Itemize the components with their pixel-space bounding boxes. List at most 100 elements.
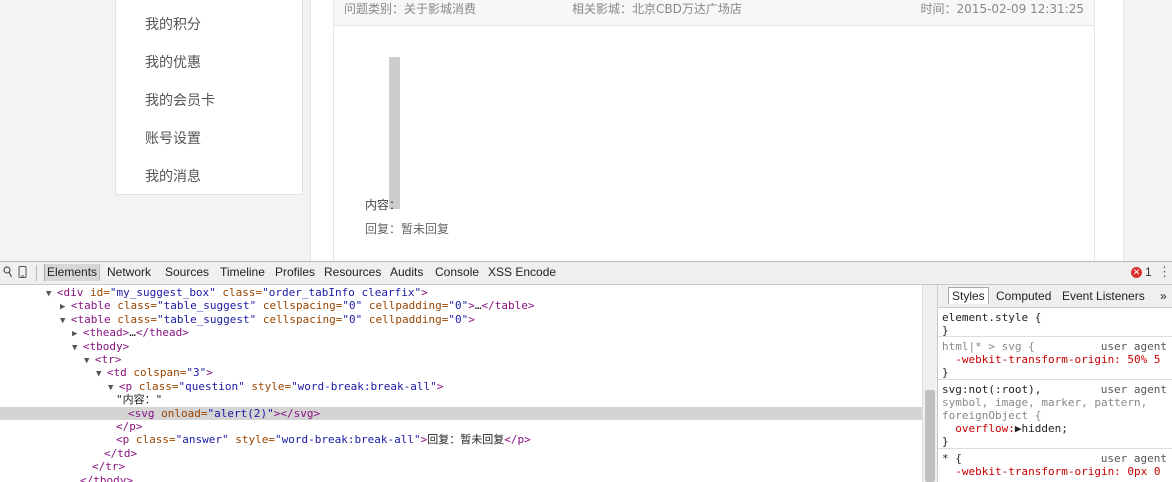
dom-node-line[interactable]: ▼ <td colspan="3"> bbox=[0, 366, 922, 379]
user-agent-label: user agent bbox=[1100, 452, 1167, 465]
menu-item-member-card[interactable]: 我的会员卡 bbox=[145, 90, 215, 110]
error-count[interactable]: 1 bbox=[1145, 265, 1152, 279]
device-mode-icon[interactable] bbox=[18, 266, 27, 278]
dom-token: </p> bbox=[504, 433, 531, 447]
dom-node-line[interactable]: ▼ <table class="table_suggest" cellspaci… bbox=[0, 313, 922, 326]
dom-token: <tbody> bbox=[82, 339, 130, 353]
dom-node-line[interactable]: </tr> bbox=[0, 460, 922, 473]
dom-node-line[interactable]: ▼ <tr> bbox=[0, 353, 922, 366]
styles-tabs: Styles Computed Event Listeners » bbox=[938, 285, 1172, 308]
dom-token: "3" bbox=[186, 366, 207, 380]
more-tabs-icon[interactable]: » bbox=[1160, 289, 1167, 303]
user-agent-label: user agent bbox=[1100, 383, 1167, 396]
expand-triangle-icon[interactable]: ▼ bbox=[72, 343, 83, 353]
tab-event-listeners[interactable]: Event Listeners bbox=[1062, 289, 1145, 303]
tab-xss-encode[interactable]: XSS Encode bbox=[488, 265, 556, 279]
web-page: 我的积分 我的优惠 我的会员卡 账号设置 我的消息 问题类别：关于影城消费 相关… bbox=[0, 0, 1172, 261]
dom-node-line[interactable]: ▼ <tbody> bbox=[0, 340, 922, 353]
tab-resources[interactable]: Resources bbox=[324, 265, 381, 279]
menu-item-account-settings[interactable]: 账号设置 bbox=[145, 128, 201, 148]
style-rule-line: element.style { bbox=[942, 311, 1042, 324]
dom-token: cellspacing= bbox=[256, 312, 343, 326]
tab-elements[interactable]: Elements bbox=[44, 264, 101, 281]
dom-scrollbar[interactable] bbox=[922, 285, 937, 482]
style-rule-line: svg:not(:root), bbox=[942, 383, 1042, 396]
dom-token: "0" bbox=[448, 312, 469, 326]
user-agent-label: user agent bbox=[1100, 340, 1167, 353]
dom-token: > bbox=[436, 379, 444, 393]
dom-token: <thead> bbox=[82, 326, 130, 340]
dom-node-line[interactable]: "内容：" bbox=[0, 393, 922, 406]
style-rule-line: foreignObject { bbox=[942, 409, 1042, 422]
tab-network[interactable]: Network bbox=[107, 265, 151, 279]
dom-token: ></svg> bbox=[273, 406, 321, 420]
dom-node-line[interactable]: </td> bbox=[0, 447, 922, 460]
more-options-icon[interactable]: ⋮ bbox=[1158, 264, 1171, 280]
style-rule-line: } bbox=[942, 435, 949, 448]
dom-node-line[interactable]: <svg onload="alert(2)"></svg> bbox=[0, 406, 922, 420]
expand-triangle-icon[interactable]: ▼ bbox=[84, 356, 95, 366]
toolbar-divider bbox=[36, 265, 37, 281]
style-rule-line: html|* > svg { bbox=[942, 340, 1035, 353]
expand-triangle-icon[interactable]: ▼ bbox=[60, 316, 71, 326]
dom-token: cellspacing= bbox=[256, 299, 343, 313]
inspect-element-icon[interactable] bbox=[3, 266, 12, 278]
style-rule-line: symbol, image, marker, pattern, bbox=[942, 396, 1148, 409]
dom-token: <svg bbox=[128, 406, 162, 420]
dom-token: "table_suggest" bbox=[156, 299, 257, 313]
dom-token: 回复：暂未回复 bbox=[427, 433, 505, 447]
dom-token: "0" bbox=[342, 312, 363, 326]
dom-token: cellpadding= bbox=[362, 299, 449, 313]
dom-token: </table> bbox=[481, 299, 535, 313]
menu-item-coupons[interactable]: 我的优惠 bbox=[145, 52, 201, 72]
dom-node-line[interactable]: ▶ <thead>…</thead> bbox=[0, 326, 922, 339]
devtools-toolbar: Elements Network Sources Timeline Profil… bbox=[0, 262, 1172, 285]
tab-profiles[interactable]: Profiles bbox=[275, 265, 315, 279]
expand-triangle-icon[interactable]: ▼ bbox=[108, 383, 119, 393]
style-rule-line: -webkit-transform-origin: 0px 0 bbox=[942, 465, 1161, 478]
answer-text: 回复：暂未回复 bbox=[365, 222, 450, 236]
dom-node-line[interactable]: ▶ <table class="table_suggest" cellspaci… bbox=[0, 299, 922, 312]
collapse-triangle-icon[interactable]: ▶ bbox=[72, 329, 83, 339]
dom-token: onload= bbox=[161, 406, 208, 420]
dom-node-line[interactable]: ▼ <p class="question" style="word-break:… bbox=[0, 380, 922, 393]
dom-scrollbar-thumb[interactable] bbox=[925, 390, 935, 482]
tab-timeline[interactable]: Timeline bbox=[220, 265, 265, 279]
dom-token: <div bbox=[56, 286, 90, 299]
dom-token: "word-break:break-all" bbox=[291, 379, 437, 393]
tab-console[interactable]: Console bbox=[435, 265, 479, 279]
tab-sources[interactable]: Sources bbox=[165, 265, 209, 279]
suggest-info-row: 问题类别：关于影城消费 相关影城：北京CBD万达广场店 时间：2015-02-0… bbox=[334, 0, 1094, 26]
dom-token: > bbox=[206, 366, 213, 380]
dom-token: "question" bbox=[178, 379, 245, 393]
tab-computed[interactable]: Computed bbox=[996, 289, 1051, 303]
tab-styles[interactable]: Styles bbox=[948, 287, 989, 304]
dom-token: class= bbox=[215, 286, 263, 299]
dom-node-line[interactable]: </p> bbox=[0, 420, 922, 433]
rule-divider bbox=[938, 336, 1172, 337]
dom-tree: ▼ <div id="my_suggest_box" class="order_… bbox=[0, 285, 922, 482]
dom-token: > bbox=[468, 312, 475, 326]
dom-token: "内容：" bbox=[116, 393, 163, 407]
dom-node-line[interactable]: <p class="answer" style="word-break:brea… bbox=[0, 433, 922, 446]
menu-item-points[interactable]: 我的积分 bbox=[145, 14, 201, 34]
submit-time: 时间：2015-02-09 12:31:25 bbox=[920, 2, 1084, 16]
style-rule-line: -webkit-transform-origin: 50% 5 bbox=[942, 353, 1161, 366]
dom-token: <table bbox=[70, 312, 118, 326]
dom-token: cellpadding= bbox=[362, 312, 449, 326]
dom-token: <p bbox=[118, 379, 139, 393]
style-rule-line: } bbox=[942, 324, 949, 337]
dom-token: "0" bbox=[448, 299, 469, 313]
rule-divider bbox=[938, 448, 1172, 449]
error-icon[interactable]: ✕ bbox=[1131, 267, 1142, 278]
tab-audits[interactable]: Audits bbox=[390, 265, 423, 279]
question-category: 问题类别：关于影城消费 bbox=[344, 2, 477, 16]
menu-item-messages[interactable]: 我的消息 bbox=[145, 166, 201, 186]
question-content-label: 内容： bbox=[365, 198, 402, 212]
dom-token: </p> bbox=[116, 420, 143, 433]
collapse-triangle-icon[interactable]: ▶ bbox=[60, 302, 71, 312]
expand-triangle-icon[interactable]: ▼ bbox=[46, 289, 57, 299]
expand-triangle-icon[interactable]: ▼ bbox=[96, 369, 107, 379]
styles-pane: Styles Computed Event Listeners » elemen… bbox=[937, 285, 1172, 482]
dom-node-line[interactable]: ▼ <div id="my_suggest_box" class="order_… bbox=[0, 286, 922, 299]
